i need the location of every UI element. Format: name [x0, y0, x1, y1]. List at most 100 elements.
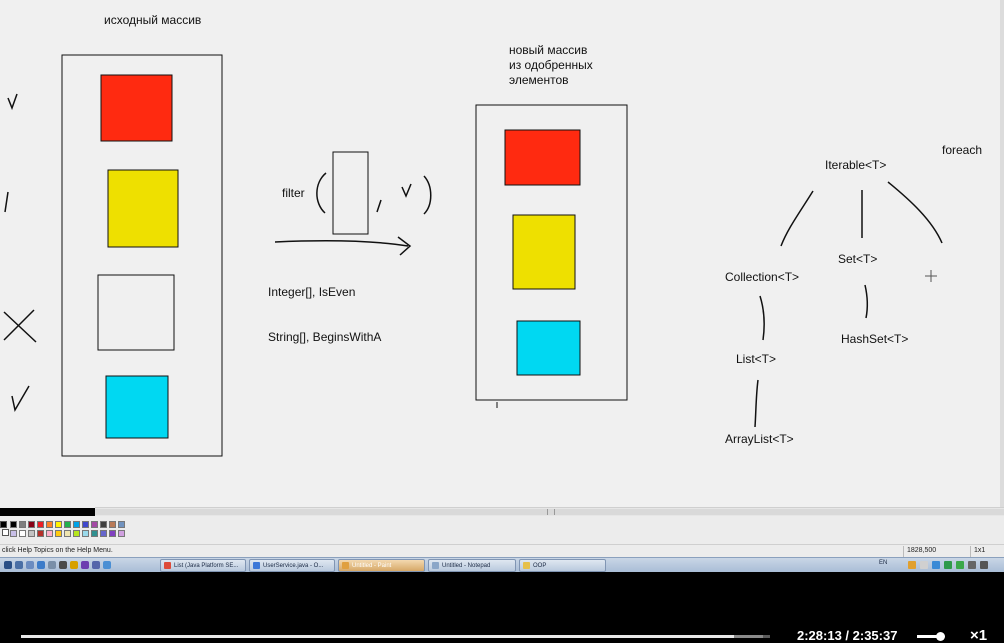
quicklaunch-icon-2[interactable] [26, 561, 34, 569]
source-yellow-square [107, 169, 179, 248]
palette-swatch[interactable] [91, 521, 98, 528]
current-colors[interactable] [0, 520, 9, 538]
string-example-label: String[], BeginsWithA [268, 330, 382, 344]
time-display: 2:28:13 / 2:35:37 [797, 628, 898, 643]
horizontal-scrollbar[interactable] [95, 507, 1004, 516]
folder-icon [523, 562, 530, 569]
palette-swatch[interactable] [118, 521, 125, 528]
palette-swatch[interactable] [82, 530, 89, 537]
palette-swatch[interactable] [10, 530, 17, 537]
quicklaunch-icon-8[interactable] [92, 561, 100, 569]
task-folder[interactable]: OOP [519, 559, 606, 572]
new-yellow-square [512, 214, 576, 290]
quicklaunch-icon-6[interactable] [70, 561, 78, 569]
task-label: Untitled - Paint [352, 563, 392, 569]
progress-bar[interactable] [21, 635, 770, 638]
paren-open [316, 172, 327, 214]
tray-icon-6[interactable] [968, 561, 976, 569]
playback-speed[interactable]: ×1 [970, 627, 987, 643]
filter-label: filter [282, 186, 305, 200]
iterable-label: Iterable<T> [825, 158, 887, 172]
palette-swatch[interactable] [118, 530, 125, 537]
palette-swatch[interactable] [82, 521, 89, 528]
language-indicator[interactable]: EN [879, 560, 887, 566]
palette-swatch[interactable] [73, 530, 80, 537]
line-list-arraylist [754, 379, 759, 428]
quicklaunch-icon-5[interactable] [59, 561, 67, 569]
status-bar: click Help Topics on the Help Menu. 1828… [0, 544, 1004, 557]
task-ide[interactable]: UserService.java - O... [249, 559, 335, 572]
palette-swatch[interactable] [73, 521, 80, 528]
palette-swatch[interactable] [46, 521, 53, 528]
collection-label: Collection<T> [725, 270, 800, 284]
status-help-text: click Help Topics on the Help Menu. [2, 547, 113, 554]
palette-swatch[interactable] [64, 521, 71, 528]
task-chrome[interactable]: List (Java Platform SE... [160, 559, 246, 572]
volume-slider[interactable] [917, 632, 945, 641]
task-label: List (Java Platform SE... [174, 563, 239, 569]
ide-icon [253, 562, 260, 569]
line-iterable-right [887, 181, 943, 244]
quicklaunch-icon-4[interactable] [48, 561, 56, 569]
task-label: Untitled - Notepad [442, 563, 491, 569]
checkmark-arg [401, 183, 412, 198]
scroll-grip-icon [547, 509, 555, 515]
palette-swatch[interactable] [55, 530, 62, 537]
arrow [274, 236, 412, 256]
tray-icon-4[interactable] [944, 561, 952, 569]
tray-icon-5[interactable] [956, 561, 964, 569]
paren-close [423, 175, 432, 215]
crosshair-cursor [925, 270, 937, 282]
line-iterable-collection [780, 190, 814, 247]
paint-icon [342, 562, 349, 569]
comma [376, 199, 382, 213]
palette-swatch[interactable] [100, 521, 107, 528]
task-paint[interactable]: Untitled - Paint [338, 559, 425, 572]
vertical-scrollbar[interactable] [1000, 0, 1004, 508]
tray-icon-3[interactable] [932, 561, 940, 569]
palette-swatch[interactable] [19, 530, 26, 537]
chrome-icon [164, 562, 171, 569]
palette-swatch[interactable] [64, 530, 71, 537]
palette-swatch[interactable] [100, 530, 107, 537]
hashset-label: HashSet<T> [841, 332, 909, 346]
palette-swatch[interactable] [109, 521, 116, 528]
palette-swatch[interactable] [46, 530, 53, 537]
video-player-controls: 2:28:13 / 2:35:37 ×1 [0, 572, 1004, 643]
volume-knob[interactable] [935, 632, 945, 641]
tray-icon-2[interactable] [920, 561, 928, 569]
palette-swatch[interactable] [28, 521, 35, 528]
new-array-label: новый массив из одобренных элементов [509, 43, 593, 87]
task-notepad[interactable]: Untitled - Notepad [428, 559, 516, 572]
start-icon[interactable] [4, 561, 12, 569]
new-cyan-square [516, 320, 581, 376]
palette-swatch[interactable] [10, 521, 17, 528]
arraylist-label: ArrayList<T> [725, 432, 794, 446]
palette-swatch[interactable] [55, 521, 62, 528]
paint-canvas[interactable]: исходный массив новый массив из одобренн… [0, 0, 1004, 508]
check-mark-3 [11, 385, 30, 413]
palette-swatch[interactable] [37, 521, 44, 528]
check-mark-1 [7, 93, 18, 111]
quicklaunch-icon-3[interactable] [37, 561, 45, 569]
palette-swatch[interactable] [19, 521, 26, 528]
cross-mark [3, 309, 37, 343]
palette-swatch[interactable] [28, 530, 35, 537]
taskbar: List (Java Platform SE... UserService.ja… [0, 557, 1004, 572]
list-label: List<T> [736, 352, 777, 366]
filter-placeholder-box [332, 151, 369, 235]
quicklaunch-icon-7[interactable] [81, 561, 89, 569]
set-label: Set<T> [838, 252, 878, 266]
source-white-square [97, 274, 175, 351]
source-cyan-square [105, 375, 169, 439]
palette-swatch[interactable] [91, 530, 98, 537]
quicklaunch-icon-1[interactable] [15, 561, 23, 569]
line-collection-list [759, 295, 765, 341]
tray-icon-7[interactable] [980, 561, 988, 569]
integer-example-label: Integer[], IsEven [268, 285, 356, 299]
quicklaunch-icon-9[interactable] [103, 561, 111, 569]
palette-swatch[interactable] [37, 530, 44, 537]
palette-swatch[interactable] [109, 530, 116, 537]
color-palette [0, 516, 1004, 544]
tray-icon-1[interactable] [908, 561, 916, 569]
